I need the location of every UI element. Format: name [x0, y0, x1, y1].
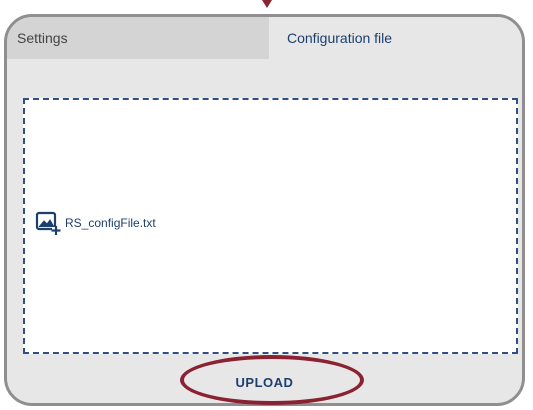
file-entry[interactable]: RS_configFile.txt [35, 210, 156, 236]
screen: Settings Configuration file RS_configFil… [0, 0, 533, 410]
tab-configuration-file[interactable]: Configuration file [269, 17, 522, 59]
upload-button[interactable]: UPLOAD [212, 363, 318, 403]
config-panel: Settings Configuration file RS_configFil… [4, 14, 525, 406]
pointer-arrow-icon [262, 0, 272, 8]
file-name: RS_configFile.txt [65, 216, 156, 230]
image-add-icon [35, 210, 61, 236]
tab-bar: Settings Configuration file [7, 17, 522, 59]
file-dropzone[interactable]: RS_configFile.txt [23, 98, 518, 354]
tab-settings[interactable]: Settings [7, 17, 269, 59]
upload-bar: UPLOAD [7, 363, 522, 403]
